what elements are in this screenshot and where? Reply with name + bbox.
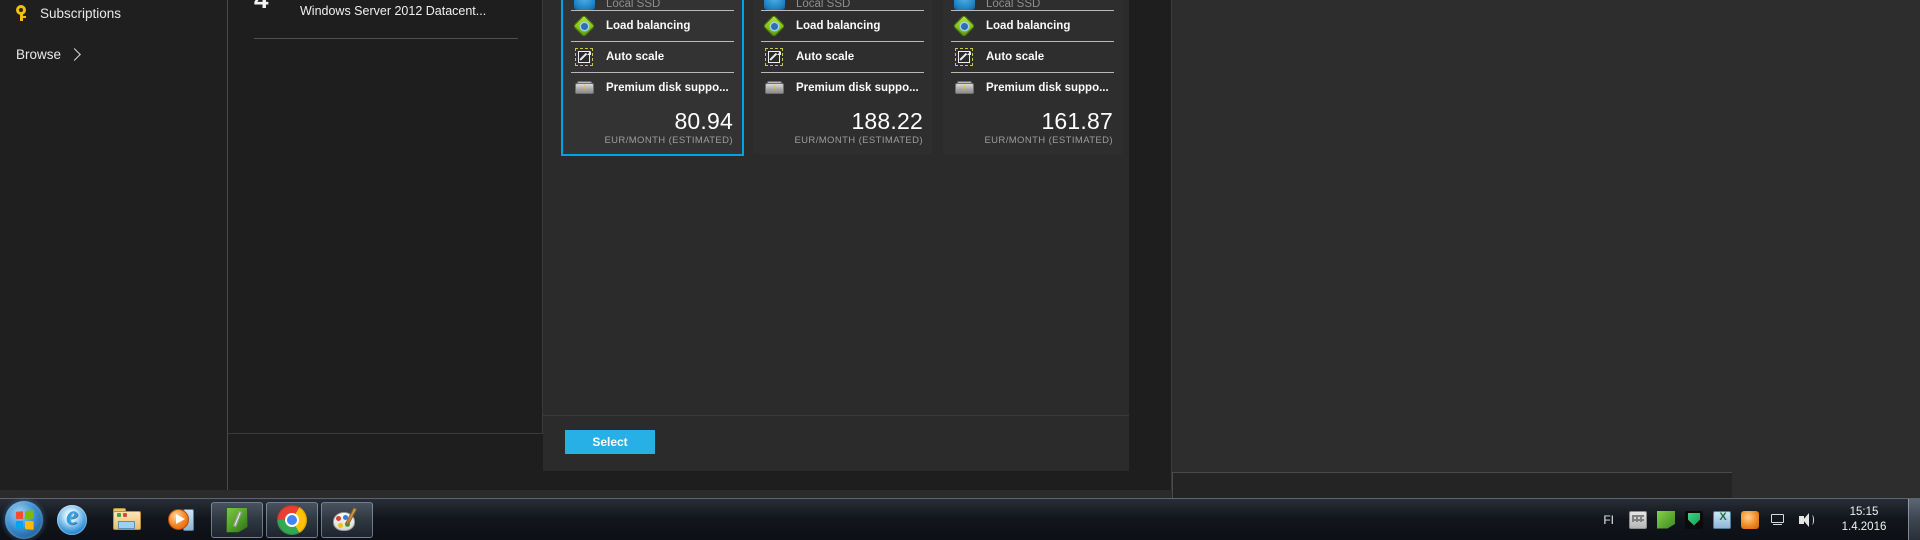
tier-feature-list: Local SSD Load balancing Auto scale Prem… (943, 0, 1122, 103)
notepad-plus-plus-icon (222, 505, 252, 535)
premium-disk-icon (574, 78, 595, 99)
pricing-tier-card[interactable]: Local SSD Load balancing Auto scale Prem… (943, 0, 1122, 154)
sidebar-item-subscriptions[interactable]: Subscriptions (0, 0, 227, 26)
network-icon[interactable] (1769, 511, 1787, 529)
image-count-glyph: 4 (254, 0, 268, 12)
ssd-icon (954, 0, 975, 10)
taskbar-item-google-chrome[interactable] (266, 501, 318, 538)
feature-label: Auto scale (986, 51, 1045, 63)
feature-label: Load balancing (606, 20, 691, 32)
pricing-tier-blade: Local SSD Load balancing Auto scale Prem… (543, 0, 1129, 415)
feature-label: Auto scale (796, 51, 855, 63)
feature-row: Premium disk suppo... (951, 72, 1114, 103)
volume-icon[interactable] (1797, 511, 1815, 529)
excel-tray-icon[interactable] (1713, 510, 1732, 529)
pricing-tier-card[interactable]: Local SSD Load balancing Auto scale Prem… (561, 0, 744, 156)
folder-icon (112, 505, 142, 535)
left-navigation-rail: Subscriptions Browse (0, 0, 228, 490)
keyboard-icon[interactable] (1629, 510, 1647, 529)
select-button[interactable]: Select (565, 430, 655, 454)
feature-label: Local SSD (606, 0, 661, 10)
price-value: 161.87 (1041, 108, 1113, 134)
azure-portal-window: Subscriptions Browse 4 Windows Server 20… (0, 0, 1172, 490)
feature-label: Premium disk suppo... (986, 82, 1109, 94)
feature-row: Load balancing (761, 10, 924, 41)
notepad-plus-plus-tray-icon[interactable] (1657, 510, 1675, 529)
clock[interactable]: 15:15 1.4.2016 (1826, 505, 1902, 535)
start-button[interactable] (5, 500, 43, 539)
feature-row: Local SSD (571, 0, 734, 10)
sidebar-item-label: Subscriptions (40, 5, 122, 21)
feature-row: Auto scale (951, 41, 1114, 72)
feature-label: Auto scale (606, 51, 665, 63)
image-list-blade: 4 Windows Server 2012 Datacent... (228, 0, 543, 434)
chevron-right-icon (68, 47, 81, 61)
price-value: 80.94 (674, 108, 733, 134)
load-balancing-icon (952, 14, 976, 37)
screen: Subscriptions Browse 4 Windows Server 20… (0, 0, 1920, 540)
list-item[interactable]: 4 Windows Server 2012 Datacent... (228, 0, 542, 22)
internet-explorer-icon (57, 500, 87, 535)
browse-label: Browse (16, 46, 62, 62)
clock-date: 1.4.2016 (1841, 520, 1887, 533)
taskbar-item-windows-explorer[interactable] (101, 502, 153, 538)
background-window-panel (1172, 0, 1920, 498)
feature-label: Local SSD (796, 0, 851, 10)
show-desktop-button[interactable] (1908, 498, 1920, 540)
feature-row: Auto scale (761, 41, 924, 72)
system-tray: FI 15:15 1.4.2016 (1603, 498, 1920, 540)
feature-row: Premium disk suppo... (761, 72, 924, 103)
auto-scale-icon (574, 47, 595, 68)
feature-label: Premium disk suppo... (606, 82, 729, 94)
feature-label: Load balancing (986, 20, 1071, 32)
premium-disk-icon (764, 78, 785, 99)
tier-feature-list: Local SSD Load balancing Auto scale Prem… (563, 0, 742, 103)
price-block: 80.94 EUR/MONTH (ESTIMATED) (563, 103, 742, 154)
feature-label: Premium disk suppo... (796, 82, 919, 94)
browse-button[interactable]: Browse (0, 42, 227, 66)
divider (254, 38, 518, 39)
taskbar-item-internet-explorer[interactable] (46, 500, 98, 538)
ssd-icon (764, 0, 785, 10)
auto-scale-icon (954, 47, 975, 68)
price-unit: EUR/MONTH (ESTIMATED) (604, 135, 733, 146)
feature-row: Auto scale (571, 41, 734, 72)
windows-logo-icon (15, 509, 34, 530)
background-window-strip (1172, 472, 1732, 498)
premium-disk-icon (954, 78, 975, 99)
feature-label: Local SSD (986, 0, 1041, 10)
media-player-icon (167, 505, 197, 535)
price-unit: EUR/MONTH (ESTIMATED) (794, 135, 923, 146)
ssd-icon (574, 0, 595, 10)
price-value: 188.22 (851, 108, 923, 134)
pricing-tier-card[interactable]: Local SSD Load balancing Auto scale Prem… (753, 0, 932, 154)
feature-row: Local SSD (761, 0, 924, 10)
load-balancing-icon (762, 14, 786, 37)
feature-row: Load balancing (571, 10, 734, 41)
chrome-icon (277, 504, 307, 535)
windows-taskbar: FI 15:15 1.4.2016 (0, 498, 1920, 540)
pricing-tier-list: Local SSD Load balancing Auto scale Prem… (561, 0, 1122, 156)
paint-icon (332, 505, 362, 535)
feature-row: Load balancing (951, 10, 1114, 41)
feature-row: Premium disk suppo... (571, 72, 734, 103)
orange-app-tray-icon[interactable] (1741, 510, 1759, 529)
feature-row: Local SSD (951, 0, 1114, 10)
key-icon (14, 5, 28, 21)
list-item-label: Windows Server 2012 Datacent... (300, 4, 487, 18)
taskbar-item-paint[interactable] (321, 501, 373, 538)
price-block: 161.87 EUR/MONTH (ESTIMATED) (943, 103, 1122, 154)
auto-scale-icon (764, 47, 785, 68)
taskbar-item-notepad-plus-plus[interactable] (211, 501, 263, 538)
f-secure-tray-icon[interactable] (1685, 510, 1703, 529)
price-block: 188.22 EUR/MONTH (ESTIMATED) (753, 103, 932, 154)
price-unit: EUR/MONTH (ESTIMATED) (984, 135, 1113, 146)
tier-feature-list: Local SSD Load balancing Auto scale Prem… (753, 0, 932, 103)
taskbar-item-windows-media-player[interactable] (156, 502, 208, 538)
clock-time: 15:15 (1849, 505, 1879, 518)
language-indicator[interactable]: FI (1603, 513, 1614, 527)
load-balancing-icon (572, 14, 596, 37)
feature-label: Load balancing (796, 20, 881, 32)
blade-action-bar: Select (543, 415, 1129, 471)
